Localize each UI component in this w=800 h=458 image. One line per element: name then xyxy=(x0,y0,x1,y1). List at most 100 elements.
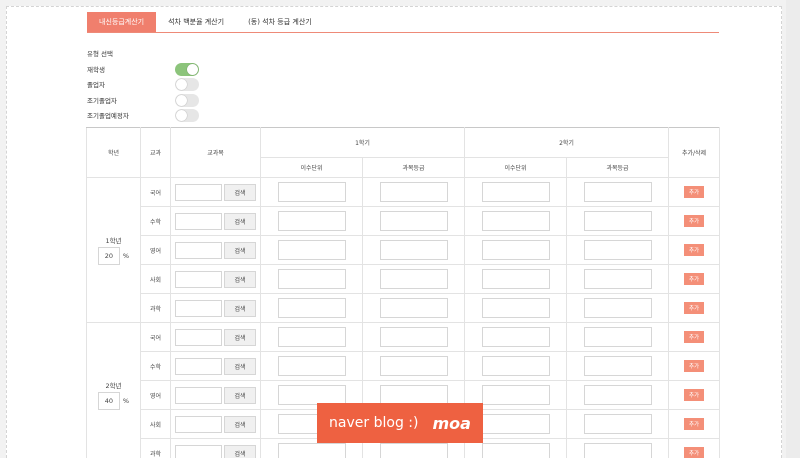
add-cell: 추가 xyxy=(668,206,721,236)
year-label: 2학년 xyxy=(105,382,122,390)
input-cell xyxy=(464,322,568,352)
calculator-page: 내신등급계산기 석차 백분율 계산기 (동) 석차 등급 계산기 유형 선택 재학생… xyxy=(6,6,782,458)
input-cell xyxy=(260,235,363,265)
year-weight-input[interactable]: 40 xyxy=(97,392,120,410)
type-toggle[interactable] xyxy=(175,62,199,76)
subject-input[interactable] xyxy=(175,270,222,288)
add-button[interactable]: 추가 xyxy=(684,360,705,372)
table-row: 수학 검색 추가 xyxy=(87,206,721,236)
add-button[interactable]: 추가 xyxy=(684,302,705,314)
search-button[interactable]: 검색 xyxy=(224,328,256,346)
sem2-grade-input[interactable] xyxy=(583,414,652,434)
add-button[interactable]: 추가 xyxy=(684,418,705,430)
header-semester-2: 2학기 xyxy=(464,127,670,158)
add-button[interactable]: 추가 xyxy=(684,186,705,198)
type-toggle[interactable] xyxy=(175,108,199,122)
search-button[interactable]: 검색 xyxy=(224,270,256,288)
sem1-grade-input[interactable] xyxy=(379,385,448,405)
input-cell xyxy=(361,177,466,207)
sem1-grade-input[interactable] xyxy=(379,443,448,458)
tab-0[interactable]: 내신등급계산기 xyxy=(87,12,157,32)
add-button[interactable]: 추가 xyxy=(684,215,705,227)
sem2-credits-input[interactable] xyxy=(481,414,550,434)
sem2-grade-input[interactable] xyxy=(583,240,652,260)
sem2-credits-input[interactable] xyxy=(481,327,550,347)
search-button[interactable]: 검색 xyxy=(224,386,256,404)
sem2-credits-input[interactable] xyxy=(481,385,550,405)
sem2-credits-input[interactable] xyxy=(481,356,550,376)
subject-input[interactable] xyxy=(175,444,222,458)
sem1-credits-input[interactable] xyxy=(277,327,346,347)
table-row: 영어 검색 추가 xyxy=(87,235,721,265)
sem2-grade-input[interactable] xyxy=(583,443,652,458)
sem1-credits-input[interactable] xyxy=(277,269,346,289)
subject-input[interactable] xyxy=(175,183,222,201)
subject-input[interactable] xyxy=(175,241,222,259)
sem2-credits-input[interactable] xyxy=(481,211,550,231)
add-button[interactable]: 추가 xyxy=(684,331,705,343)
search-button[interactable]: 검색 xyxy=(224,241,256,259)
add-button[interactable]: 추가 xyxy=(684,447,705,458)
table-row: 사회 검색 추가 xyxy=(87,264,721,294)
sem2-grade-input[interactable] xyxy=(583,356,652,376)
search-button[interactable]: 검색 xyxy=(224,299,256,317)
sem1-grade-input[interactable] xyxy=(379,211,448,231)
input-cell xyxy=(361,235,466,265)
watermark-banner: naver blog :) moa xyxy=(317,403,483,443)
search-button[interactable]: 검색 xyxy=(224,444,256,458)
sem2-credits-input[interactable] xyxy=(481,240,550,260)
input-cell xyxy=(260,322,363,352)
sem2-grade-input[interactable] xyxy=(583,211,652,231)
search-button[interactable]: 검색 xyxy=(224,415,256,433)
subject-input[interactable] xyxy=(175,415,222,433)
sem1-credits-input[interactable] xyxy=(277,182,346,202)
subject-input[interactable] xyxy=(175,328,222,346)
sem2-credits-input[interactable] xyxy=(481,269,550,289)
tab-1[interactable]: 석차 백분율 계산기 xyxy=(156,12,236,32)
add-cell: 추가 xyxy=(668,235,721,265)
header-subject-group: 교과 xyxy=(140,127,171,178)
subject-cell: 검색 xyxy=(170,409,261,439)
header-sem2-credits: 이수단위 xyxy=(464,157,568,178)
sem1-credits-input[interactable] xyxy=(277,443,346,458)
type-toggle[interactable] xyxy=(175,93,199,107)
sem1-grade-input[interactable] xyxy=(379,327,448,347)
sem2-grade-input[interactable] xyxy=(583,298,652,318)
subject-group-cell: 영어 xyxy=(140,380,171,410)
type-option-label: 재학생 xyxy=(87,66,105,74)
subject-input[interactable] xyxy=(175,212,222,230)
add-button[interactable]: 추가 xyxy=(684,244,705,256)
sem1-grade-input[interactable] xyxy=(379,182,448,202)
sem2-grade-input[interactable] xyxy=(583,327,652,347)
sem1-credits-input[interactable] xyxy=(277,298,346,318)
sem1-credits-input[interactable] xyxy=(277,240,346,260)
subject-input[interactable] xyxy=(175,357,222,375)
sem2-credits-input[interactable] xyxy=(481,298,550,318)
page-scrollbar[interactable] xyxy=(786,0,800,458)
subject-input[interactable] xyxy=(175,299,222,317)
sem1-credits-input[interactable] xyxy=(277,211,346,231)
year-weight-input[interactable]: 20 xyxy=(97,247,120,265)
year-cell: 1학년 20% xyxy=(86,177,141,323)
table-row: 과학 검색 추가 xyxy=(87,293,721,323)
sem1-grade-input[interactable] xyxy=(379,269,448,289)
sem2-credits-input[interactable] xyxy=(481,443,550,458)
sem1-grade-input[interactable] xyxy=(379,240,448,260)
search-button[interactable]: 검색 xyxy=(224,183,256,201)
subject-input[interactable] xyxy=(175,386,222,404)
search-button[interactable]: 검색 xyxy=(224,212,256,230)
tab-2[interactable]: (동) 석차 등급 계산기 xyxy=(236,12,324,32)
input-cell xyxy=(361,351,466,381)
type-toggle[interactable] xyxy=(175,77,199,91)
sem1-grade-input[interactable] xyxy=(379,356,448,376)
sem2-grade-input[interactable] xyxy=(583,269,652,289)
sem1-credits-input[interactable] xyxy=(277,385,346,405)
add-button[interactable]: 추가 xyxy=(684,389,705,401)
sem2-credits-input[interactable] xyxy=(481,182,550,202)
add-button[interactable]: 추가 xyxy=(684,273,705,285)
sem2-grade-input[interactable] xyxy=(583,385,652,405)
sem1-credits-input[interactable] xyxy=(277,356,346,376)
sem1-grade-input[interactable] xyxy=(379,298,448,318)
sem2-grade-input[interactable] xyxy=(583,182,652,202)
search-button[interactable]: 검색 xyxy=(224,357,256,375)
